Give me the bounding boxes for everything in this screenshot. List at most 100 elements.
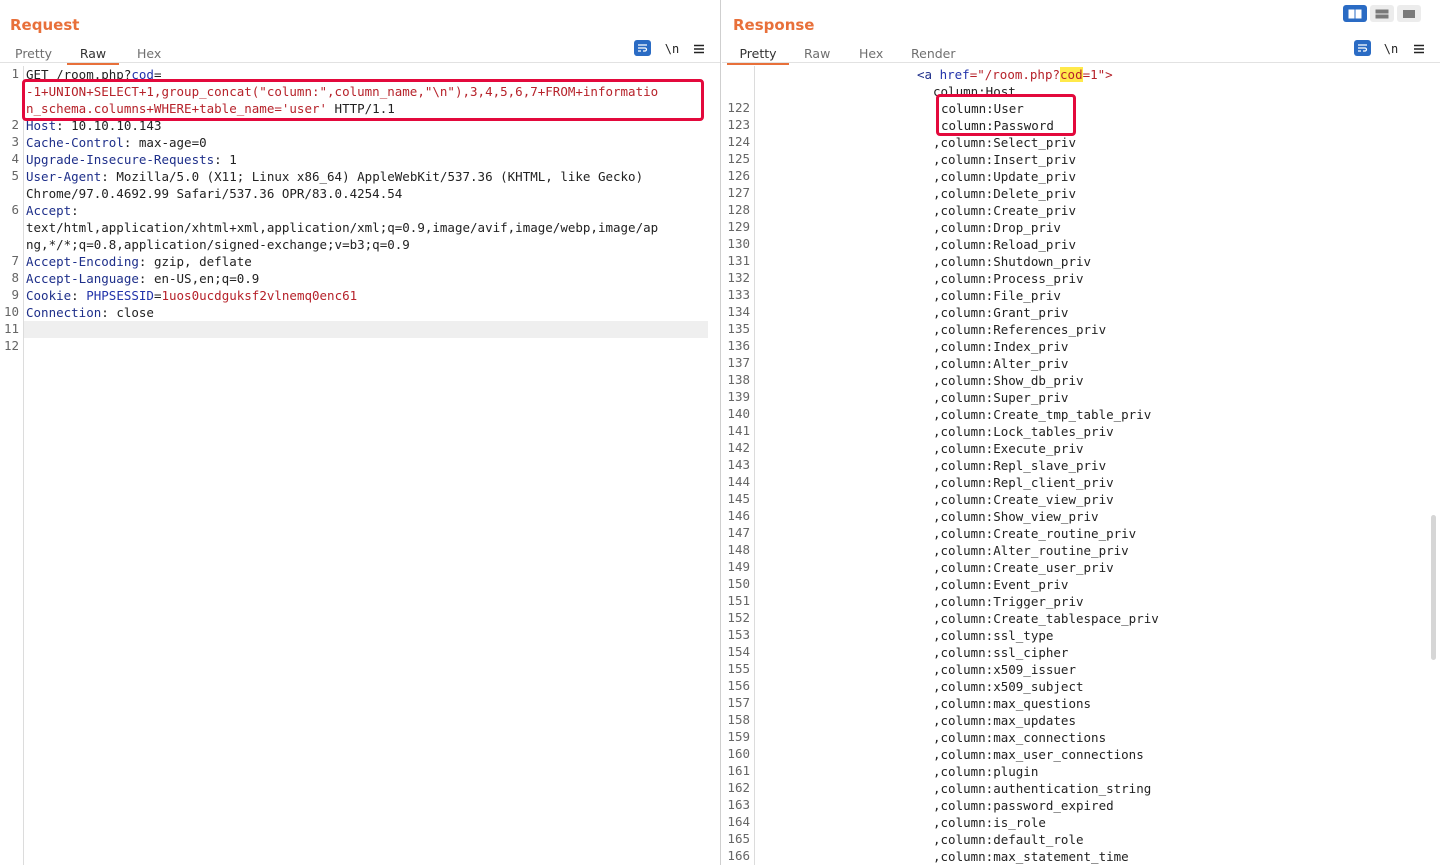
column-entry: ,column:File_priv [933,288,1061,303]
tag-name: a [924,67,933,82]
line-number: 129 [727,219,750,234]
header-name: Cache-Control [26,135,124,150]
header-value: : [71,203,79,218]
column-entry: ,column:Create_view_priv [933,492,1114,507]
column-entry: ,column:max_connections [933,730,1107,745]
line-number: 151 [727,593,750,608]
header-accept: Accept: [26,202,79,219]
header-name: Accept [26,203,72,218]
tab-divider [0,62,720,63]
line-number: 134 [727,304,750,319]
split-vertical-icon [1375,9,1389,18]
wrap-icon [638,44,648,52]
header-accept-cont: text/html,application/xhtml+xml,applicat… [26,220,659,235]
line-number: 126 [727,168,750,183]
request-title: Request [10,16,80,34]
payload-highlight-box [22,79,704,121]
tab-raw[interactable]: Raw [804,44,830,61]
column-entry: ,column:Repl_slave_priv [933,458,1107,473]
header-name: Connection [26,305,102,320]
line-number: 125 [727,151,750,166]
column-entry: ,column:password_expired [933,798,1114,813]
tab-hex[interactable]: Hex [137,44,161,61]
column-entry: ,column:Create_tablespace_priv [933,611,1159,626]
line-number: 141 [727,423,750,438]
line-number: 142 [727,440,750,455]
line-number: 130 [727,236,750,251]
column-entry: ,column:plugin [933,764,1039,779]
wrap-lines-button[interactable] [1354,40,1371,56]
column-entry: ,column:Event_priv [933,577,1069,592]
header-name: Accept-Encoding [26,254,139,269]
line-number: 140 [727,406,750,421]
line-number: 12 [3,338,19,353]
response-title: Response [733,16,815,34]
header-value: : en-US,en;q=0.9 [138,271,260,286]
line-number: 152 [727,610,750,625]
header-name: Cookie [26,288,72,303]
tab-divider [722,62,1440,63]
hamburger-menu-icon[interactable] [1412,40,1426,58]
anchor-tag-line: <a href="/room.php?cod=1"> [917,66,1113,83]
split-horizontal-button[interactable] [1343,5,1367,22]
line-number: 157 [727,695,750,710]
header-user-agent: User-Agent: Mozilla/5.0 (X11; Linux x86_… [26,168,643,185]
column-entry: ,column:Create_tmp_table_priv [933,407,1152,422]
header-name: Upgrade-Insecure-Requests [26,152,215,167]
single-pane-button[interactable] [1397,5,1421,22]
line-number: 148 [727,542,750,557]
line-number: 166 [727,848,750,863]
column-entry: ,column:max_updates [933,713,1076,728]
newline-toggle-button[interactable]: \n [1383,40,1399,58]
line-number: 128 [727,202,750,217]
line-number: 127 [727,185,750,200]
line-number: 138 [727,372,750,387]
line-number: 147 [727,525,750,540]
line-number: 8 [11,270,19,285]
line-number: 162 [727,780,750,795]
column-entry: ,column:max_questions [933,696,1092,711]
cookie-name: PHPSESSID [86,288,154,303]
tab-hex[interactable]: Hex [859,44,883,61]
line-number: 139 [727,389,750,404]
column-entry: ,column:Alter_routine_priv [933,543,1129,558]
column-entry: ,column:Repl_client_priv [933,475,1114,490]
hamburger-menu-icon[interactable] [692,40,706,58]
column-entry: ,column:Grant_priv [933,305,1069,320]
line-number: 2 [11,117,19,132]
column-entry: ,column:max_user_connections [933,747,1144,762]
request-pane: Request Pretty Raw Hex \n 1 2 3 4 5 6 7 … [0,0,720,865]
column-entry: ,column:Process_priv [933,271,1084,286]
line-number: 154 [727,644,750,659]
response-scrollbar[interactable] [1431,515,1436,660]
line-number: 143 [727,457,750,472]
split-vertical-button[interactable] [1370,5,1394,22]
line-number: 124 [727,134,750,149]
column-entry: ,column:ssl_cipher [933,645,1069,660]
line-number: 4 [11,151,19,166]
line-number: 144 [727,474,750,489]
header-value: : max-age=0 [123,135,207,150]
header-accept-encoding: Accept-Encoding: gzip, deflate [26,253,252,270]
pane-divider[interactable] [720,0,721,865]
column-entry: ,column:Select_priv [933,135,1076,150]
line-number: 159 [727,729,750,744]
line-number: 7 [11,253,19,268]
newline-toggle-button[interactable]: \n [664,40,680,58]
header-value: : Mozilla/5.0 (X11; Linux x86_64) AppleW… [101,169,644,184]
column-entry: ,column:Update_priv [933,169,1076,184]
header-value: : gzip, deflate [138,254,252,269]
column-entry: ,column:Shutdown_priv [933,254,1092,269]
tag-open: < [917,67,925,82]
tab-pretty[interactable]: Pretty [15,44,52,61]
column-entry: ,column:Create_routine_priv [933,526,1137,541]
line-number: 163 [727,797,750,812]
line-number: 10 [3,304,19,319]
attr-name: href [939,67,970,82]
wrap-lines-button[interactable] [634,40,651,56]
tab-render[interactable]: Render [911,44,956,61]
column-entry: ,column:Create_user_priv [933,560,1114,575]
line-number: 122 [727,100,750,115]
request-gutter [0,66,24,865]
header-cookie: Cookie: PHPSESSID=1uos0ucdguksf2vlnemq0e… [26,287,357,304]
